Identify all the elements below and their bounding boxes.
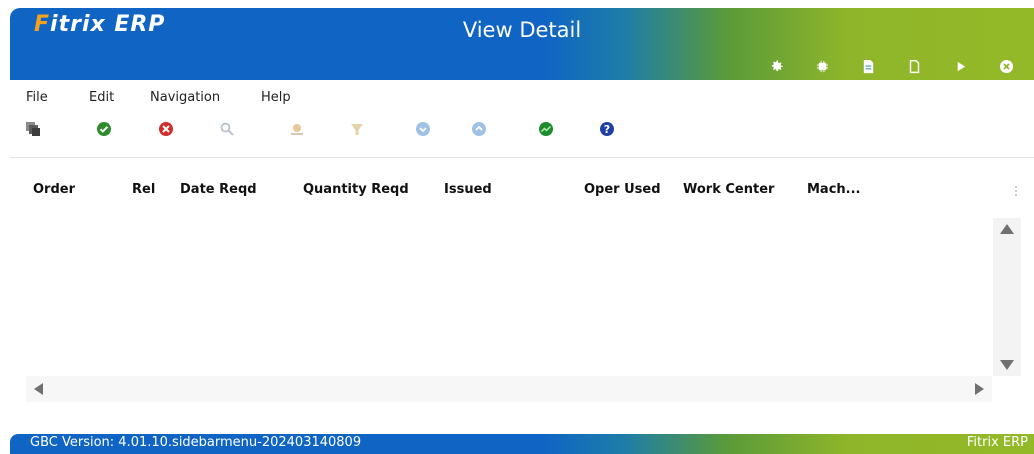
chip-icon[interactable] bbox=[807, 56, 838, 76]
column-header-date-reqd[interactable]: Date Reqd bbox=[180, 182, 257, 197]
status-footer: GBC Version: 4.01.10.sidebarmenu-2024031… bbox=[10, 434, 1034, 454]
document-filled-icon[interactable] bbox=[853, 56, 884, 76]
column-header-machine[interactable]: Mach... bbox=[807, 182, 861, 197]
column-header-oper-used[interactable]: Oper Used bbox=[584, 182, 661, 197]
detail-grid: Order Rel Date Reqd Quantity Reqd Issued… bbox=[10, 178, 1025, 408]
window-title: View Detail bbox=[462, 18, 582, 42]
action-toolbar: ? bbox=[0, 120, 640, 144]
help-question-icon[interactable]: ? bbox=[598, 120, 616, 138]
play-icon[interactable] bbox=[945, 56, 976, 76]
chart-green-icon[interactable] bbox=[537, 120, 555, 138]
scroll-up-icon[interactable] bbox=[1000, 224, 1014, 234]
column-header-work-center[interactable]: Work Center bbox=[683, 182, 774, 197]
scroll-down-icon[interactable] bbox=[1000, 360, 1014, 370]
accept-check-icon[interactable] bbox=[95, 120, 113, 138]
close-circle-icon[interactable] bbox=[991, 56, 1022, 76]
gbc-version-text: GBC Version: 4.01.10.sidebarmenu-2024031… bbox=[30, 435, 362, 450]
menu-help[interactable]: Help bbox=[261, 90, 291, 105]
window-titlebar: Fitrix ERP View Detail bbox=[10, 8, 1034, 80]
arrow-down-circle-icon bbox=[414, 120, 432, 138]
vertical-scrollbar[interactable] bbox=[993, 218, 1021, 376]
gear-icon[interactable] bbox=[761, 56, 792, 76]
footer-brand: Fitrix ERP bbox=[966, 435, 1028, 450]
menu-file[interactable]: File bbox=[26, 90, 48, 105]
menu-edit[interactable]: Edit bbox=[89, 90, 114, 105]
titlebar-actions bbox=[746, 56, 1022, 76]
column-header-quantity-reqd[interactable]: Quantity Reqd bbox=[303, 182, 409, 197]
svg-text:?: ? bbox=[604, 123, 610, 136]
sun-zoom-icon bbox=[288, 120, 306, 138]
cancel-x-icon[interactable] bbox=[157, 120, 175, 138]
search-magnifier-icon bbox=[218, 120, 236, 138]
copy-windows-icon[interactable] bbox=[24, 120, 42, 138]
scroll-right-icon[interactable] bbox=[975, 383, 984, 395]
column-options-icon[interactable] bbox=[1013, 184, 1019, 200]
column-header-order[interactable]: Order bbox=[33, 182, 75, 197]
column-header-issued[interactable]: Issued bbox=[444, 182, 492, 197]
column-header-rel[interactable]: Rel bbox=[132, 182, 155, 197]
arrow-up-circle-icon bbox=[470, 120, 488, 138]
funnel-icon bbox=[348, 120, 366, 138]
scroll-left-icon[interactable] bbox=[34, 383, 43, 395]
horizontal-scrollbar[interactable] bbox=[26, 376, 992, 402]
toolbar-divider bbox=[10, 157, 1034, 158]
menu-navigation[interactable]: Navigation bbox=[150, 90, 220, 105]
document-icon[interactable] bbox=[899, 56, 930, 76]
